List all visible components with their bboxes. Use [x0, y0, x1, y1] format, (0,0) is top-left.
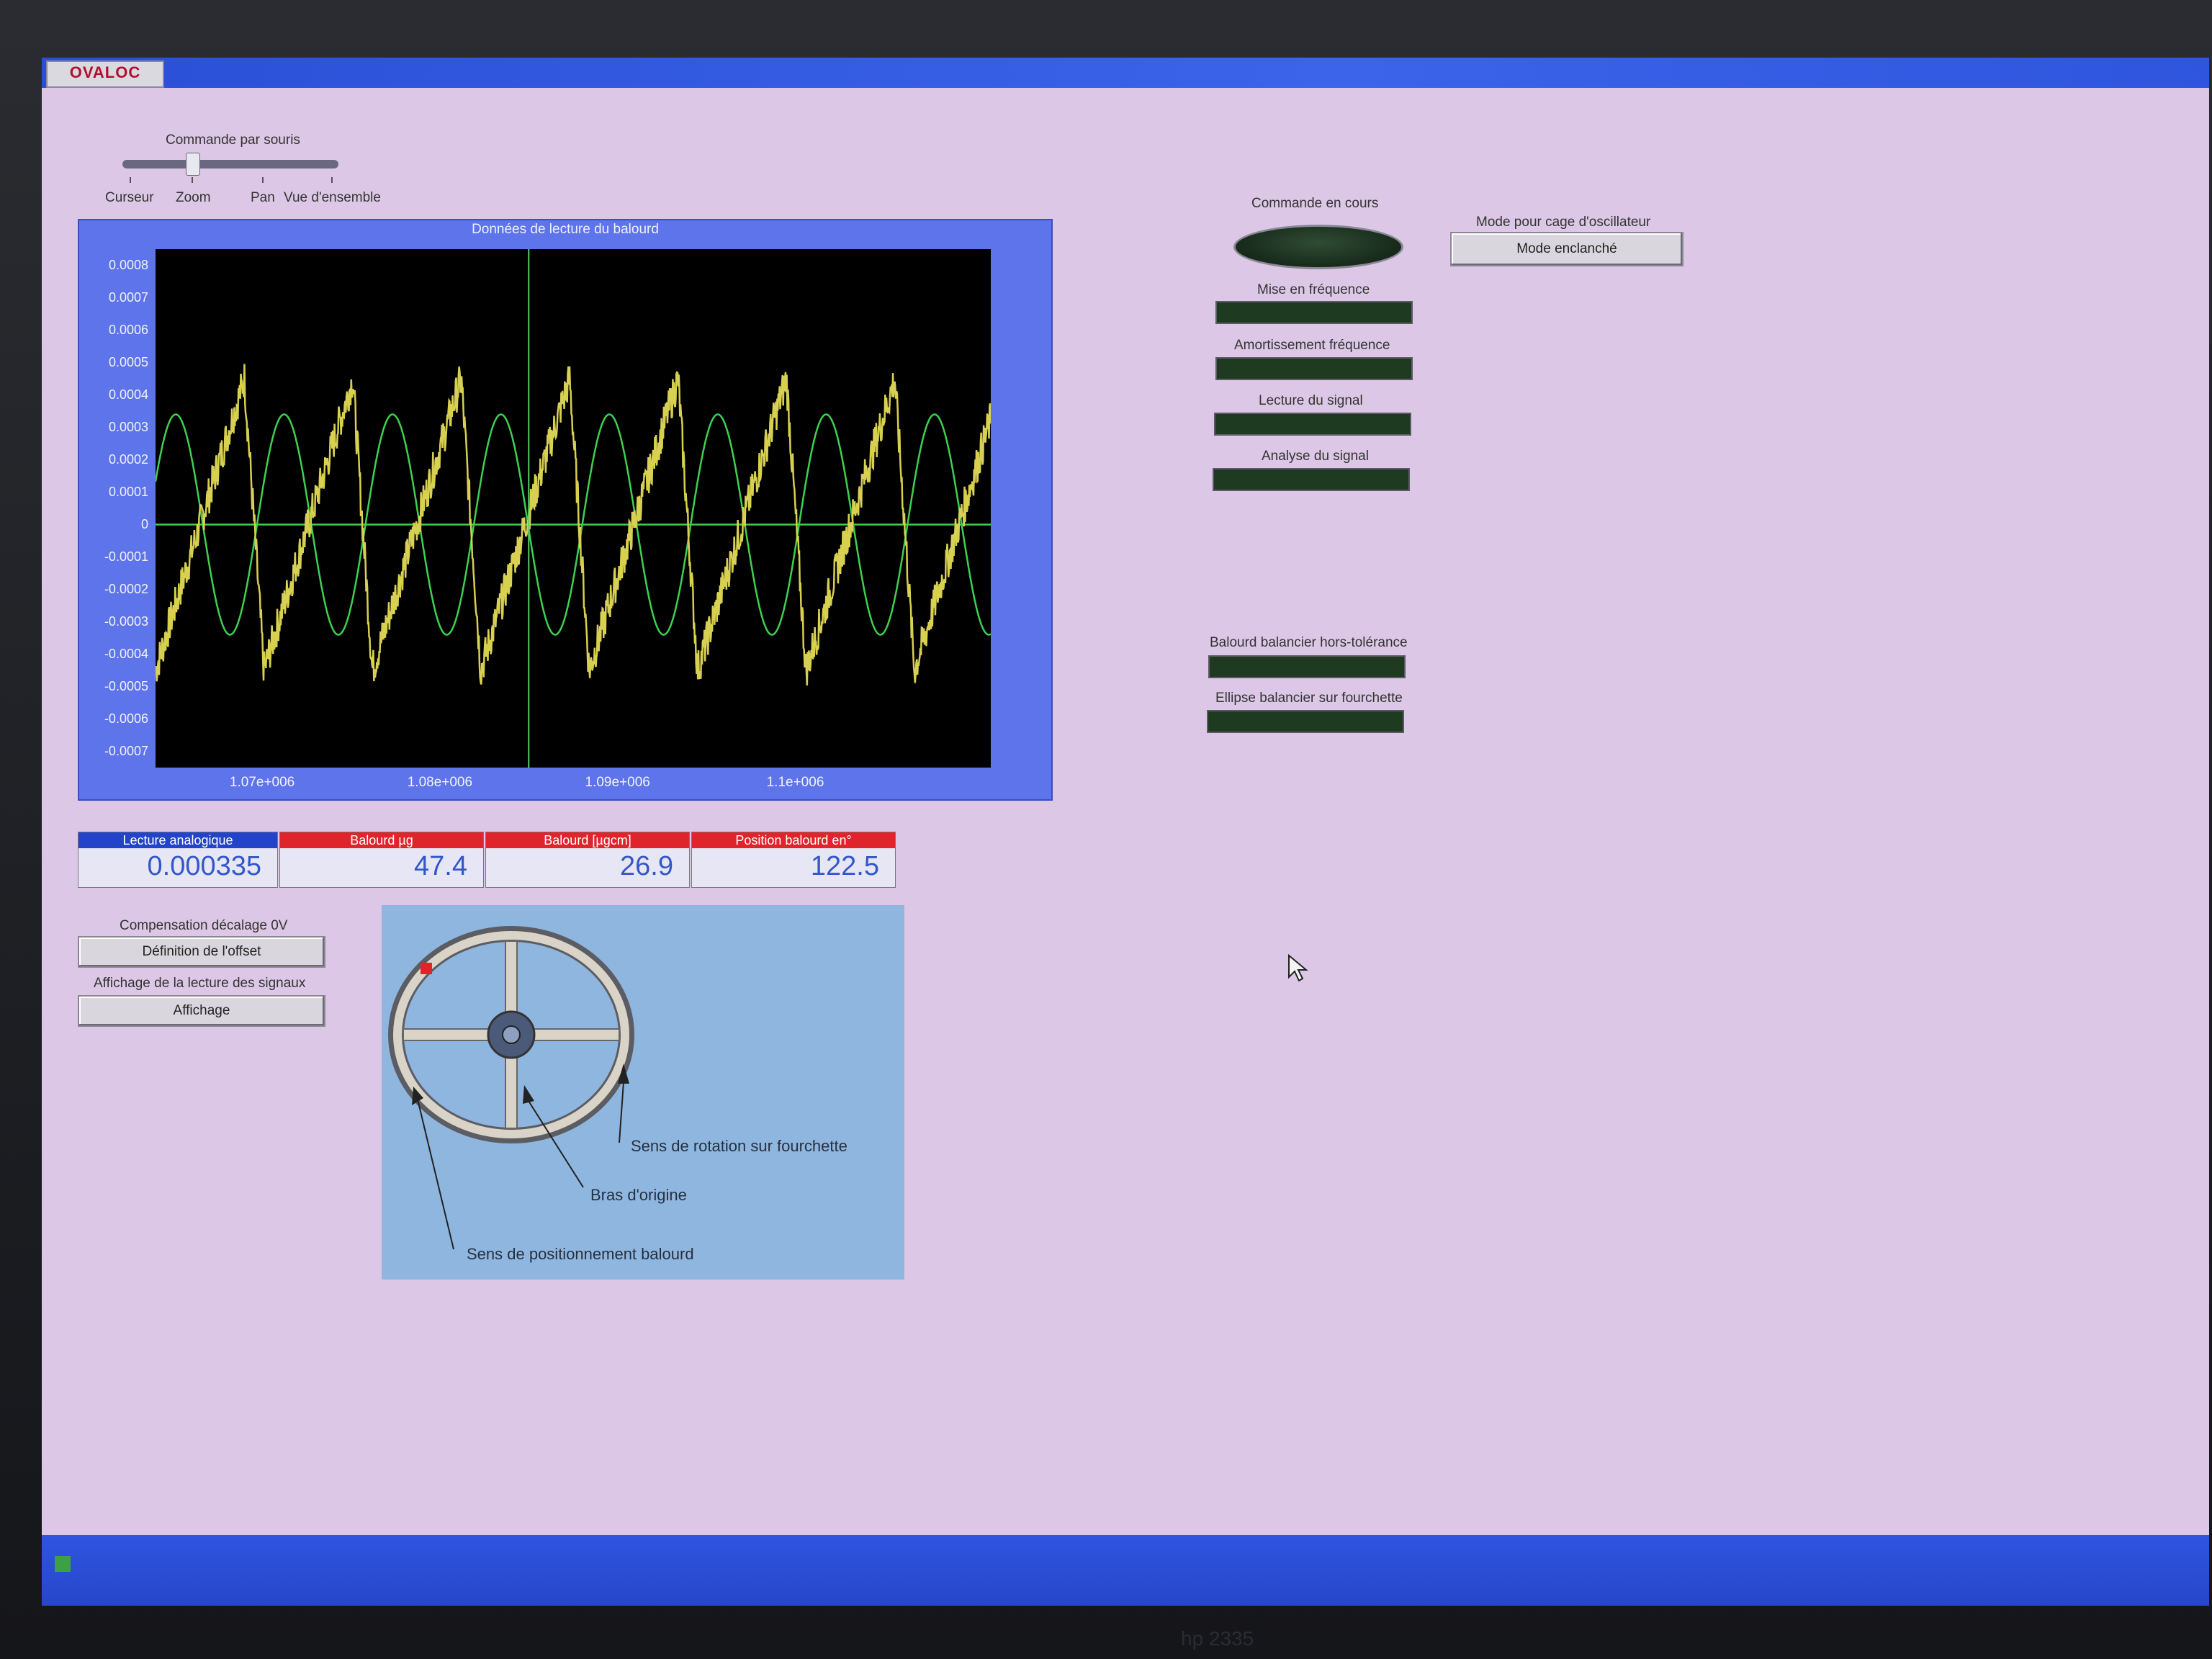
led-signal-reading [1214, 413, 1411, 436]
app-logo: OVALOC [46, 60, 164, 88]
slider-option-zoom: Zoom [176, 190, 211, 205]
monitor-bezel: OVALOC Commande par souris Curseur Zoom … [0, 0, 2212, 1659]
taskbar [42, 1535, 2209, 1606]
slider-option-cursor: Curseur [105, 190, 154, 205]
y-tick-label: 0.0002 [108, 451, 148, 467]
wheel-axle [502, 1025, 521, 1044]
unbalance-marker [421, 963, 432, 974]
y-tick-label: 0.0003 [108, 419, 148, 434]
command-in-progress-label: Commande en cours [1251, 196, 1379, 211]
taskbar-app-button[interactable] [55, 1551, 192, 1575]
unbalance-position-indicator: Position balourd en° 122.5 [691, 832, 896, 888]
y-tick-label: -0.0005 [104, 678, 148, 693]
oscillator-mode-label: Mode pour cage d'oscillateur [1476, 215, 1651, 230]
led-label: Analyse du signal [1262, 449, 1369, 464]
window-titlebar[interactable]: OVALOC [42, 58, 2209, 88]
indicator-header: Balourd µg [280, 832, 483, 848]
indicator-value: 26.9 [620, 851, 673, 881]
led-label: Amortissement fréquence [1234, 338, 1390, 353]
y-tick-label: 0.0006 [108, 322, 148, 337]
diagram-svg [388, 926, 634, 1250]
indicator-value: 0.000335 [147, 851, 262, 881]
led-label: Mise en fréquence [1257, 282, 1370, 297]
command-in-progress-led [1233, 225, 1403, 269]
y-tick-label: -0.0006 [104, 711, 148, 726]
slider-tick [130, 177, 131, 183]
x-tick-label: 1.1e+006 [766, 775, 824, 790]
indicator-header: Position balourd en° [692, 832, 895, 848]
led-frequency-tuning [1215, 301, 1413, 324]
define-offset-button[interactable]: Définition de l'offset [78, 936, 325, 968]
unbalance-ugcm-indicator: Balourd [µgcm] 26.9 [485, 832, 690, 888]
mouse-command-slider[interactable] [122, 160, 338, 168]
x-tick-label: 1.07e+006 [229, 775, 295, 790]
plot-svg [156, 249, 991, 768]
screen: OVALOC Commande par souris Curseur Zoom … [42, 58, 2209, 1606]
y-tick-label: 0 [140, 516, 148, 531]
display-button[interactable]: Affichage [78, 995, 325, 1027]
slider-tick [331, 177, 333, 183]
analog-reading-indicator: Lecture analogique 0.000335 [78, 832, 278, 888]
alarm-label: Ellipse balancier sur fourchette [1215, 691, 1403, 706]
alarm-out-of-tolerance [1208, 655, 1406, 678]
rotation-leader-line [619, 1082, 624, 1143]
display-label: Affichage de la lecture des signaux [94, 976, 306, 991]
x-tick-label: 1.08e+006 [407, 775, 473, 790]
unbalance-ug-indicator: Balourd µg 47.4 [279, 832, 484, 888]
mouse-command-slider-thumb[interactable] [186, 153, 200, 176]
y-tick-label: -0.0003 [104, 613, 148, 629]
positioning-direction-label: Sens de positionnement balourd [467, 1245, 694, 1263]
led-label: Lecture du signal [1259, 393, 1363, 408]
y-tick-label: -0.0002 [104, 581, 148, 596]
offset-label: Compensation décalage 0V [120, 918, 288, 933]
mouse-cursor-icon [1288, 954, 1308, 982]
front-panel: Commande par souris Curseur Zoom Pan Vue… [42, 88, 2209, 1535]
slider-option-overview: Vue d'ensemble [284, 190, 381, 205]
indicator-header: Lecture analogique [78, 832, 277, 848]
y-tick-label: 0.0007 [108, 289, 148, 305]
balance-wheel-diagram: Sens de rotation sur fourchette Bras d'o… [382, 905, 904, 1280]
y-tick-label: 0.0008 [108, 257, 148, 272]
alarm-ellipse-on-fork [1207, 710, 1404, 733]
graph-title: Données de lecture du balourd [472, 222, 659, 237]
x-tick-label: 1.09e+006 [585, 775, 650, 790]
origin-arm-label: Bras d'origine [590, 1186, 687, 1204]
indicator-value: 122.5 [810, 851, 879, 881]
led-frequency-damping [1215, 357, 1413, 380]
slider-tick [192, 177, 193, 183]
y-tick-label: 0.0001 [108, 484, 148, 499]
slider-tick [262, 177, 264, 183]
rotation-direction-label: Sens de rotation sur fourchette [631, 1137, 848, 1155]
y-tick-label: -0.0004 [104, 646, 148, 661]
monitor-brand: hp 2335 [1181, 1627, 1254, 1650]
y-tick-label: -0.0007 [104, 743, 148, 758]
unbalance-graph: Données de lecture du balourd 0.0008 0.00… [78, 219, 1053, 801]
y-tick-label: 0.0004 [108, 387, 148, 402]
indicator-header: Balourd [µgcm] [486, 832, 689, 848]
slider-option-pan: Pan [251, 190, 275, 205]
mouse-command-label: Commande par souris [166, 132, 300, 148]
indicator-value: 47.4 [414, 851, 467, 881]
plot-area[interactable] [156, 249, 991, 768]
oscillator-mode-button[interactable]: Mode enclanché [1450, 232, 1683, 266]
y-tick-label: -0.0001 [104, 549, 148, 564]
app-icon [55, 1556, 71, 1573]
alarm-label: Balourd balancier hors-tolérance [1210, 635, 1408, 650]
y-tick-label: 0.0005 [108, 354, 148, 369]
led-signal-analysis [1213, 468, 1410, 491]
